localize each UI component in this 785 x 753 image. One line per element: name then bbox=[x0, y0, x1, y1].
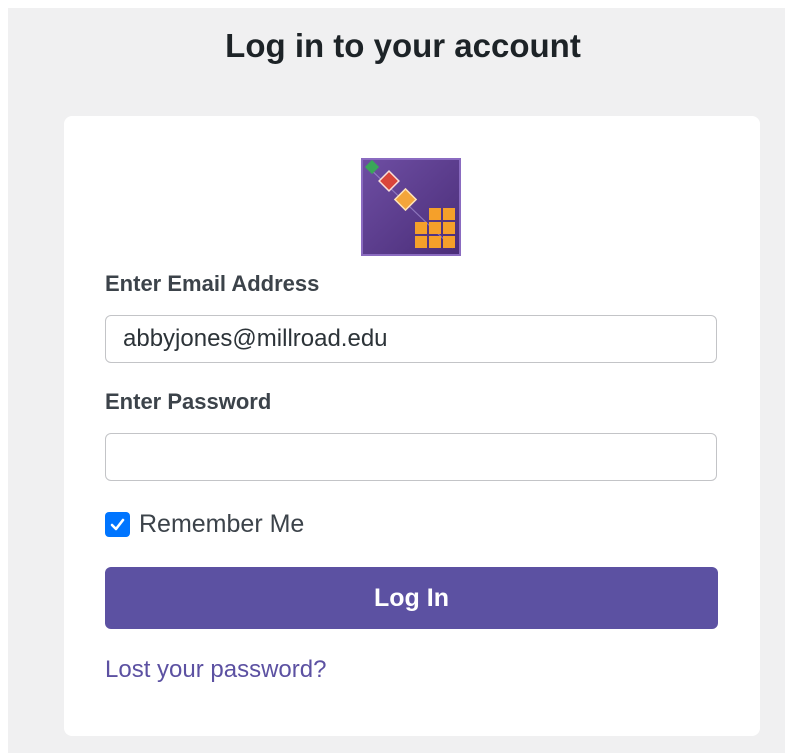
email-field[interactable] bbox=[105, 315, 717, 363]
app-logo-icon bbox=[361, 158, 461, 256]
remember-me-checkbox[interactable] bbox=[105, 511, 130, 537]
log-in-button[interactable]: Log In bbox=[105, 567, 718, 629]
login-card: Enter Email Address Enter Password Remem… bbox=[64, 116, 760, 736]
page-title: Log in to your account bbox=[225, 27, 581, 64]
checkmark-icon bbox=[110, 518, 125, 530]
email-label: Enter Email Address bbox=[105, 271, 320, 296]
lost-password-link[interactable]: Lost your password? bbox=[105, 656, 326, 684]
password-label: Enter Password bbox=[105, 389, 272, 414]
login-page: Log in to your account Enter Email Addre… bbox=[8, 8, 785, 753]
remember-me-label: Remember Me bbox=[139, 509, 305, 538]
remember-me-option[interactable]: Remember Me bbox=[105, 507, 304, 541]
password-field[interactable] bbox=[105, 433, 717, 481]
